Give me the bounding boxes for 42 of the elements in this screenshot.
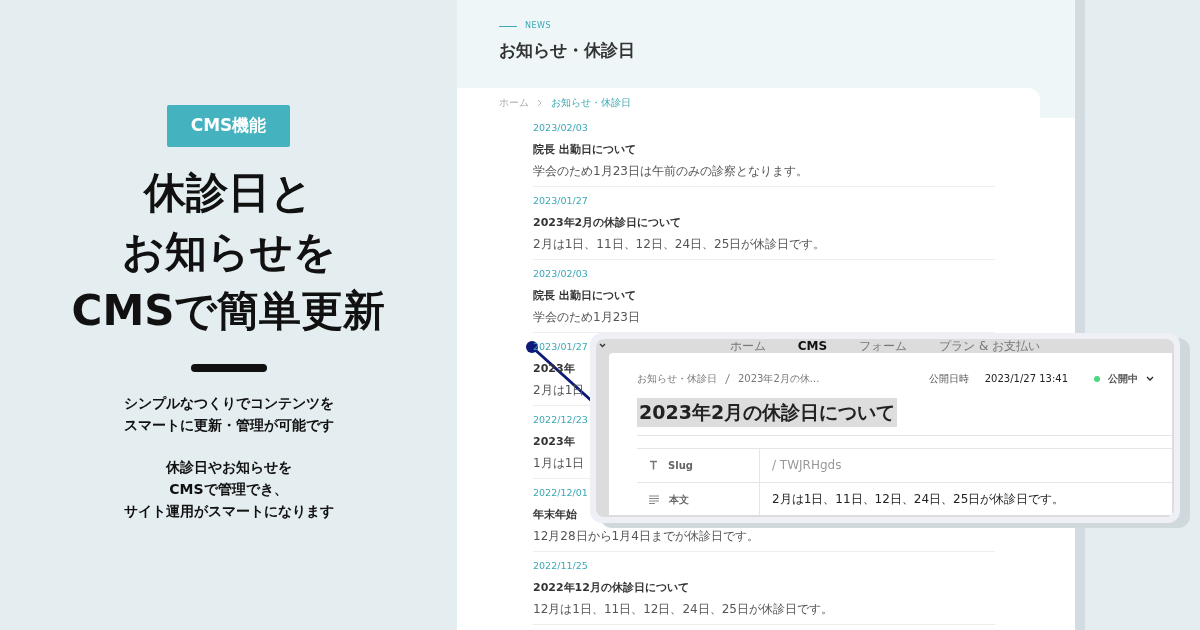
published-label: 公開日時 xyxy=(928,372,969,386)
nav-tab[interactable]: CMS xyxy=(781,339,844,353)
nav-tab[interactable]: フォーム xyxy=(843,339,924,353)
news-title[interactable]: 2023年2月の休診日について xyxy=(533,216,682,230)
field-label: 本文 xyxy=(669,492,689,507)
news-title[interactable]: 2023年 xyxy=(533,435,575,449)
news-excerpt: 12月28日から1月4日までが休診日です。 xyxy=(533,529,759,543)
status-label: 公開中 xyxy=(1108,372,1138,386)
news-title[interactable]: 院長 出勤日について xyxy=(533,289,636,303)
news-excerpt: 学会のため1月23日 xyxy=(533,310,640,324)
news-date: 2022/11/25 xyxy=(533,559,588,573)
news-title[interactable]: 年末年始 xyxy=(533,508,577,522)
news-date: 2023/02/03 xyxy=(533,121,588,135)
news-date: 2023/02/03 xyxy=(533,267,588,281)
caret-icon[interactable] xyxy=(599,343,606,348)
news-title[interactable]: 2022年12月の休診日について xyxy=(533,581,689,595)
page-title: お知らせ・休診日 xyxy=(499,40,636,61)
paragraph-icon xyxy=(649,494,659,504)
breadcrumb-link[interactable]: 2023年2月の休... xyxy=(738,371,820,386)
description-text: シンプルなつくりでコンテンツを スマートに更新・管理が可能です xyxy=(123,393,334,435)
published-date: 2023/1/27 13:41 xyxy=(984,372,1068,386)
feature-label: CMS機能 xyxy=(166,105,291,147)
title-field[interactable]: 2023年2月の休診日について xyxy=(637,398,898,427)
news-date: 2022/12/01 xyxy=(533,486,588,500)
field-value[interactable]: 2月は1日、11日、12日、24日、25日が休診日です。 xyxy=(760,490,1065,508)
news-excerpt: 12月は1日、11日、12日、24日、25日が休診日です。 xyxy=(533,602,833,616)
news-excerpt: 1月は1日 xyxy=(533,456,585,470)
headline: 休診日と お知らせを CMSで簡単更新 xyxy=(71,166,386,337)
nav-tab[interactable]: プラン & お支払い xyxy=(923,339,1057,353)
field-label: Slug xyxy=(668,458,693,473)
news-date: 2023/01/27 xyxy=(533,194,588,208)
news-excerpt: 2月は1日、11日、12日、24日、25日が休診日です。 xyxy=(533,237,826,251)
chevron-icon xyxy=(537,99,543,107)
news-excerpt: 学会のため1月23日は午前のみの診察となります。 xyxy=(533,164,808,178)
caret-icon[interactable] xyxy=(1146,376,1154,381)
slash-icon xyxy=(725,373,730,384)
text-icon xyxy=(649,460,658,470)
breadcrumb-link[interactable]: お知らせ・休診日 xyxy=(637,371,717,386)
description-text: 休診日やお知らせを CMSで管理でき、 サイト運用がスマートになります xyxy=(123,457,334,521)
news-title[interactable]: 院長 出勤日について xyxy=(533,143,636,157)
section-eyebrow: NEWS xyxy=(525,20,552,32)
news-date: 2022/12/23 xyxy=(533,413,588,427)
